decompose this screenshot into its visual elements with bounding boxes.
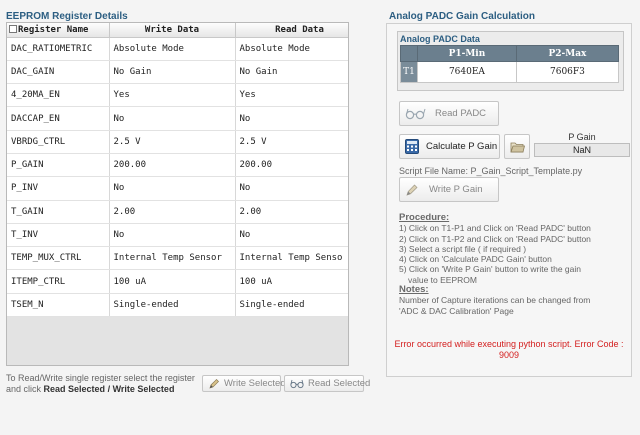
padc-table: P1-Min P2-Max T1 7640EA 7606F3: [400, 45, 620, 83]
register-name-header[interactable]: Register Name: [7, 23, 110, 38]
calculate-p-gain-button[interactable]: Calculate P Gain: [399, 134, 500, 159]
register-name-cell: DACCAP_EN: [7, 106, 110, 131]
pencil-icon: [405, 183, 419, 197]
glasses-icon: [405, 107, 427, 121]
read-data-cell: 200.00: [235, 153, 348, 178]
table-row[interactable]: ITEMP_CTRL 100 uA 100 uA: [7, 269, 348, 294]
open-script-button[interactable]: [504, 134, 530, 159]
read-data-cell: Single-ended: [235, 293, 348, 318]
write-data-cell[interactable]: No: [109, 176, 236, 201]
read-data-cell: 2.00: [235, 200, 348, 224]
error-code: 9009: [498, 350, 520, 360]
register-table: Register Name Write Data Read Data DAC_R…: [7, 23, 348, 318]
select-all-checkbox[interactable]: [9, 24, 17, 33]
calculator-icon: [405, 139, 419, 154]
padc-corner: [400, 45, 418, 62]
procedure-step: 4) Click on 'Calculate PADC Gain' button: [399, 254, 552, 265]
write-data-cell[interactable]: 2.00: [109, 200, 236, 224]
error-message: Error occurred while executing python sc…: [389, 339, 629, 361]
register-name-cell: 4_20MA_EN: [7, 83, 110, 108]
table-row[interactable]: VBRDG_CTRL 2.5 V 2.5 V: [7, 130, 348, 154]
t1-row-label: T1: [400, 61, 418, 83]
table-row[interactable]: P_GAIN 200.00 200.00: [7, 153, 348, 178]
write-data-cell[interactable]: Internal Temp Sensor: [109, 246, 236, 271]
notes-line: 'ADC & DAC Calibration' Page: [399, 305, 514, 316]
write-data-cell[interactable]: Yes: [109, 83, 236, 108]
error-line-1: Error occurred while executing python sc…: [394, 339, 624, 349]
register-grid: Register Name Write Data Read Data DAC_R…: [6, 22, 349, 366]
table-row[interactable]: DAC_RATIOMETRIC Absolute Mode Absolute Mod…: [7, 37, 348, 61]
register-name-cell: DAC_GAIN: [7, 60, 110, 85]
write-p-gain-button[interactable]: Write P Gain: [399, 177, 499, 202]
write-data-cell[interactable]: 200.00: [109, 153, 236, 178]
write-data-cell[interactable]: 100 uA: [109, 269, 236, 294]
read-data-cell: No: [235, 176, 348, 201]
register-name-cell: T_GAIN: [7, 200, 110, 224]
register-name-cell: DAC_RATIOMETRIC: [7, 37, 110, 61]
procedure-heading: Procedure:: [399, 212, 450, 223]
read-data-cell: Absolute Mode: [235, 37, 348, 61]
read-data-cell: Yes: [235, 83, 348, 108]
padc-row-t1[interactable]: T1 7640EA 7606F3: [400, 61, 620, 83]
t1-p1-cell[interactable]: 7640EA: [417, 61, 517, 83]
table-row[interactable]: P_INV No No: [7, 176, 348, 201]
read-data-cell: 100 uA: [235, 269, 348, 294]
table-row[interactable]: TSEM_N Single-ended Single-ended: [7, 293, 348, 318]
write-data-cell[interactable]: 2.5 V: [109, 130, 236, 154]
eeprom-title: EEPROM Register Details: [6, 11, 128, 22]
p2-max-header: P2-Max: [515, 45, 620, 62]
procedure-step: 5) Click on 'Write P Gain' button to wri…: [399, 264, 581, 275]
read-data-header[interactable]: Read Data: [235, 23, 348, 38]
padc-table-header: P1-Min P2-Max: [400, 45, 620, 62]
p-gain-label: P Gain: [568, 132, 596, 142]
hint-line-2: and click Read Selected / Write Selected: [6, 384, 175, 394]
p1-min-header: P1-Min: [417, 45, 517, 62]
write-selected-button[interactable]: Write Selected: [202, 375, 286, 392]
procedure-step: 3) Select a script file ( if required ): [399, 243, 527, 254]
write-data-cell[interactable]: No: [109, 223, 236, 248]
read-data-cell: 2.5 V: [235, 130, 348, 154]
write-data-cell[interactable]: No: [109, 106, 236, 131]
register-name-cell: VBRDG_CTRL: [7, 130, 110, 154]
notes-heading: Notes:: [399, 284, 429, 296]
procedure-step: value to EEPROM: [408, 274, 477, 285]
write-data-cell[interactable]: No Gain: [109, 60, 236, 85]
table-row[interactable]: DACCAP_EN No No: [7, 106, 348, 131]
read-data-cell: No: [235, 223, 348, 248]
register-name-cell: T_INV: [7, 223, 110, 248]
write-data-cell[interactable]: Absolute Mode: [109, 37, 236, 61]
table-row[interactable]: 4_20MA_EN Yes Yes: [7, 83, 348, 108]
hint-line-1: To Read/Write single register select the…: [6, 373, 195, 383]
write-data-cell[interactable]: Single-ended: [109, 293, 236, 318]
procedure-step: 1) Click on T1-P1 and Click on 'Read PAD…: [399, 223, 591, 234]
register-name-cell: TEMP_MUX_CTRL: [7, 246, 110, 271]
read-padc-button[interactable]: Read PADC: [399, 101, 499, 126]
register-name-cell: TSEM_N: [7, 293, 110, 318]
p-gain-value: NaN: [534, 143, 630, 157]
read-data-cell: No: [235, 106, 348, 131]
read-selected-button[interactable]: Read Selected: [284, 375, 370, 392]
pencil-icon: [208, 378, 220, 390]
read-data-cell: Internal Temp Senso: [235, 246, 348, 271]
folder-icon: [509, 141, 525, 153]
padc-title: Analog PADC Gain Calculation: [389, 11, 535, 22]
table-row[interactable]: T_INV No No: [7, 223, 348, 248]
register-name-cell: ITEMP_CTRL: [7, 269, 110, 294]
write-data-header[interactable]: Write Data: [109, 23, 236, 38]
padc-data-title: Analog PADC Data: [400, 34, 480, 44]
table-row[interactable]: DAC_GAIN No Gain No Gain: [7, 60, 348, 85]
table-row[interactable]: T_GAIN 2.00 2.00: [7, 200, 348, 224]
procedure-section: Procedure: 1) Click on T1-P1 and Click o…: [399, 212, 627, 316]
register-table-header: Register Name Write Data Read Data: [7, 23, 348, 38]
read-data-cell: No Gain: [235, 60, 348, 85]
table-row[interactable]: TEMP_MUX_CTRL Internal Temp Sensor Interna…: [7, 246, 348, 271]
register-name-cell: P_GAIN: [7, 153, 110, 178]
glasses-icon: [290, 379, 304, 389]
register-name-cell: P_INV: [7, 176, 110, 201]
single-register-hint: To Read/Write single register select the…: [6, 373, 206, 395]
notes-line: Number of Capture iterations can be chan…: [399, 295, 591, 306]
t1-p2-cell[interactable]: 7606F3: [515, 61, 620, 83]
procedure-step: 2) Click on T1-P2 and Click on 'Read PAD…: [399, 233, 591, 244]
script-file-name: Script File Name: P_Gain_Script_Template…: [399, 166, 583, 176]
